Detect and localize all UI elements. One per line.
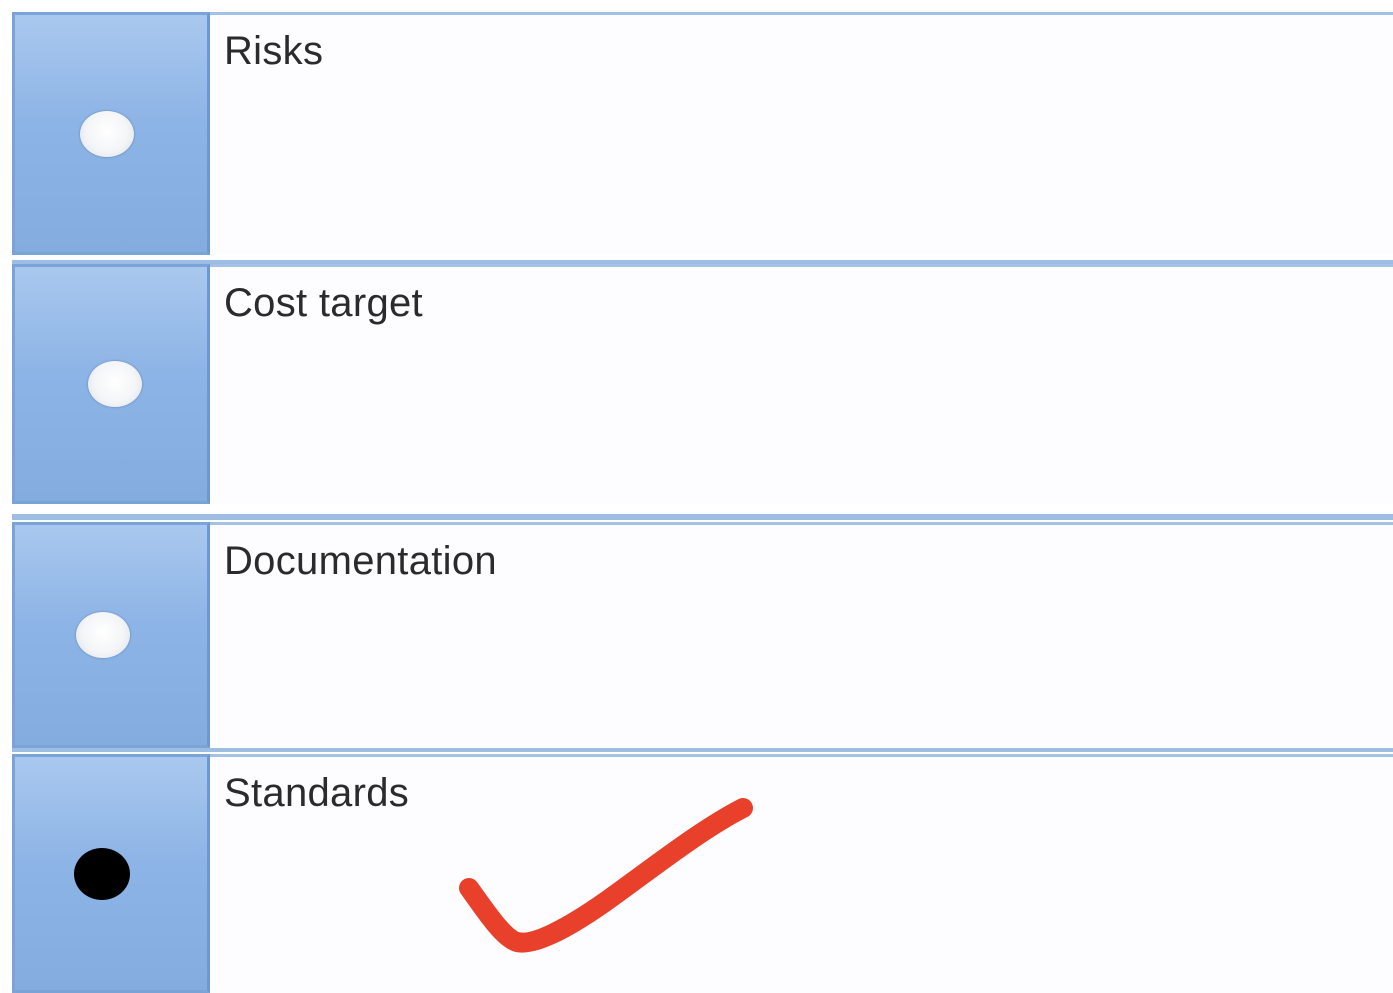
option-label: Documentation (224, 539, 497, 583)
option-documentation[interactable]: Documentation (12, 522, 1393, 748)
radio-selected-icon[interactable] (74, 847, 130, 900)
option-content[interactable]: Documentation (210, 522, 1393, 748)
option-content[interactable]: Standards (210, 754, 1393, 993)
option-selector[interactable] (12, 12, 210, 255)
option-cost-target[interactable]: Cost target (12, 264, 1393, 504)
option-label: Standards (224, 771, 410, 815)
radio-unselected-icon[interactable] (88, 361, 142, 407)
option-selector[interactable] (12, 522, 210, 748)
option-label: Risks (224, 29, 324, 73)
checkmark-icon (459, 798, 753, 953)
radio-unselected-icon[interactable] (80, 110, 134, 157)
radio-unselected-icon[interactable] (76, 612, 130, 658)
option-selector[interactable] (12, 754, 210, 993)
option-content[interactable]: Risks (210, 12, 1393, 255)
option-content[interactable]: Cost target (210, 264, 1393, 504)
divider (12, 748, 1393, 752)
divider (12, 514, 1393, 520)
option-label: Cost target (224, 281, 423, 325)
option-risks[interactable]: Risks (12, 12, 1393, 255)
option-selector[interactable] (12, 264, 210, 504)
answer-options-panel: Risks Cost target Documentation Standard… (0, 0, 1393, 993)
